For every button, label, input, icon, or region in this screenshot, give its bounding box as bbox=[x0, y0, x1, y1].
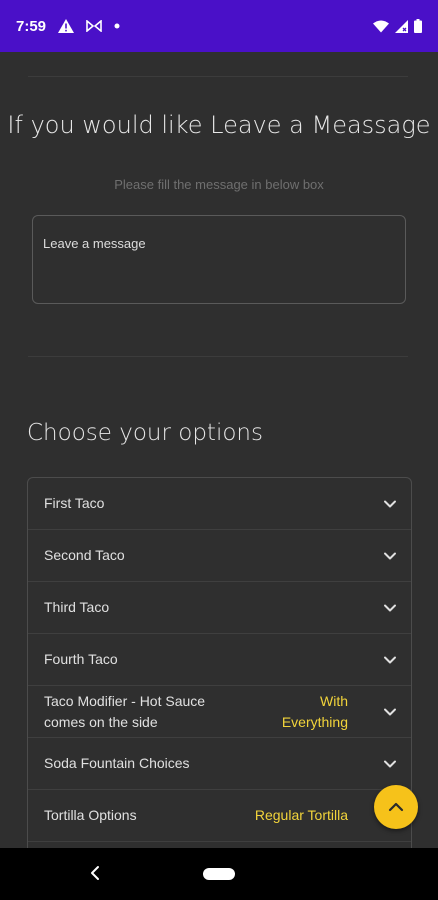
warning-icon bbox=[58, 19, 75, 33]
status-right bbox=[373, 19, 422, 33]
chevron-down-icon[interactable] bbox=[383, 705, 397, 719]
option-label: Second Taco bbox=[44, 547, 125, 563]
system-nav-bar bbox=[0, 848, 438, 900]
option-row-fourth-taco[interactable]: Fourth Taco bbox=[28, 634, 411, 686]
back-icon[interactable] bbox=[88, 864, 102, 882]
cast-icon bbox=[86, 20, 102, 32]
option-value: With Everything bbox=[281, 692, 348, 730]
chevron-down-icon[interactable] bbox=[383, 601, 397, 615]
option-label: Tortilla Options bbox=[44, 807, 137, 823]
battery-icon bbox=[414, 19, 422, 33]
message-section-subtitle: Please fill the message in below box bbox=[114, 177, 324, 192]
option-value: Regular Tortilla bbox=[254, 807, 348, 823]
chevron-down-icon[interactable] bbox=[383, 653, 397, 667]
signal-icon bbox=[395, 19, 408, 33]
wifi-icon bbox=[373, 20, 389, 33]
chevron-down-icon[interactable] bbox=[383, 757, 397, 771]
dot-icon bbox=[114, 23, 120, 29]
divider-top bbox=[28, 76, 408, 77]
option-row-soda-fountain[interactable]: Soda Fountain Choices bbox=[28, 738, 411, 790]
status-bar: 7:59 bbox=[0, 0, 438, 52]
option-label: Soda Fountain Choices bbox=[44, 755, 190, 771]
divider-middle bbox=[28, 356, 408, 357]
status-time: 7:59 bbox=[16, 17, 47, 35]
option-label: Third Taco bbox=[44, 599, 110, 615]
chevron-up-icon bbox=[388, 802, 404, 812]
page-content[interactable]: If you would like Leave a Meassage Pleas… bbox=[0, 52, 438, 848]
message-input[interactable]: Leave a message bbox=[32, 215, 406, 304]
chevron-down-icon[interactable] bbox=[383, 549, 397, 563]
scroll-to-top-button[interactable] bbox=[374, 785, 418, 829]
option-label: Fourth Taco bbox=[44, 651, 118, 667]
options-section-title: Choose your options bbox=[27, 420, 263, 446]
home-pill[interactable] bbox=[203, 868, 235, 880]
option-row-first-taco[interactable]: First Taco bbox=[28, 478, 411, 530]
option-label: Taco Modifier - Hot Sauce comes on the s… bbox=[44, 692, 206, 730]
option-row-tortilla[interactable]: Tortilla Options Regular Tortilla bbox=[28, 790, 411, 842]
options-list: First Taco Second Taco Third Taco Fourth… bbox=[27, 477, 412, 848]
option-row-taco-modifier[interactable]: Taco Modifier - Hot Sauce comes on the s… bbox=[28, 686, 411, 738]
option-row-second-taco[interactable]: Second Taco bbox=[28, 530, 411, 582]
status-left: 7:59 bbox=[16, 18, 120, 35]
option-row-third-taco[interactable]: Third Taco bbox=[28, 582, 411, 634]
message-section-title: If you would like Leave a Meassage bbox=[7, 111, 431, 139]
chevron-down-icon[interactable] bbox=[383, 497, 397, 511]
option-label: First Taco bbox=[44, 495, 105, 511]
